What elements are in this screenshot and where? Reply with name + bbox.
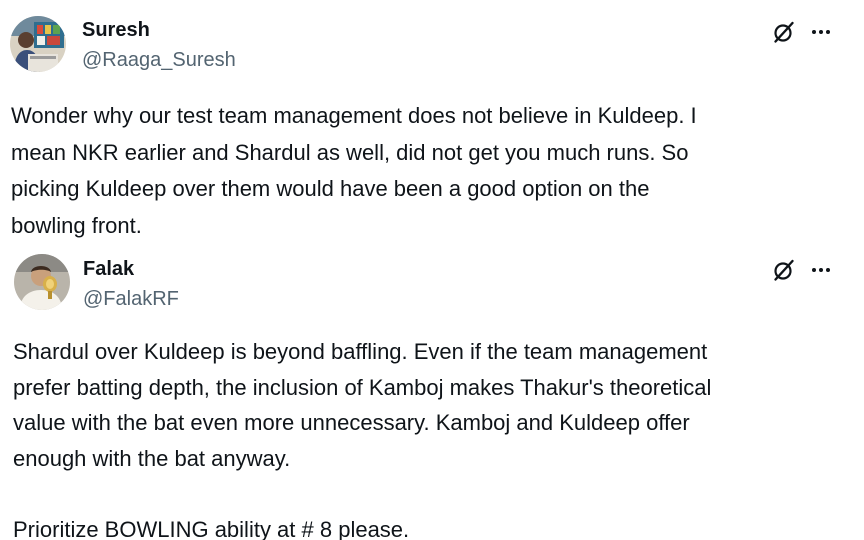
tweet-text-line: mean NKR earlier and Shardul as well, di… [11,139,689,165]
tweet-text-line: Prioritize BOWLING ability at # 8 please… [13,516,410,540]
tweet-text-line: Wonder why our test team management does… [11,103,697,128]
tweet-text: Shardul over Kuldeep is beyond baffling.… [13,334,711,540]
user-photo-avatar-icon [14,254,70,310]
user-handle[interactable]: @FalakRF [83,287,179,311]
grok-slash-icon[interactable] [772,20,796,44]
paragraph-break [13,476,711,512]
avatar[interactable] [14,254,70,310]
user-handle[interactable]: @Raaga_Suresh [82,48,236,72]
more-options-icon[interactable] [810,260,832,280]
user-photo-avatar-icon [10,16,66,72]
tweet-text-line: value with the bat even more unnecessary… [13,410,690,435]
avatar[interactable] [10,16,66,72]
tweet-text-line: bowling front. [11,212,142,238]
grok-slash-icon[interactable] [772,258,796,282]
tweet-text: Wonder why our test team management does… [11,98,697,244]
tweet-text-line: prefer batting depth, the inclusion of K… [13,374,712,400]
tweet-screenshot: Suresh @Raaga_Suresh Wonder why our test… [0,0,864,540]
tweet-text-line: picking Kuldeep over them would have bee… [11,176,650,201]
tweet-text-line: enough with the bat anyway. [13,445,291,471]
tweet-text-line: Shardul over Kuldeep is beyond baffling.… [13,339,708,364]
display-name[interactable]: Suresh [82,18,150,42]
display-name[interactable]: Falak [83,257,134,281]
more-options-icon[interactable] [810,22,832,42]
